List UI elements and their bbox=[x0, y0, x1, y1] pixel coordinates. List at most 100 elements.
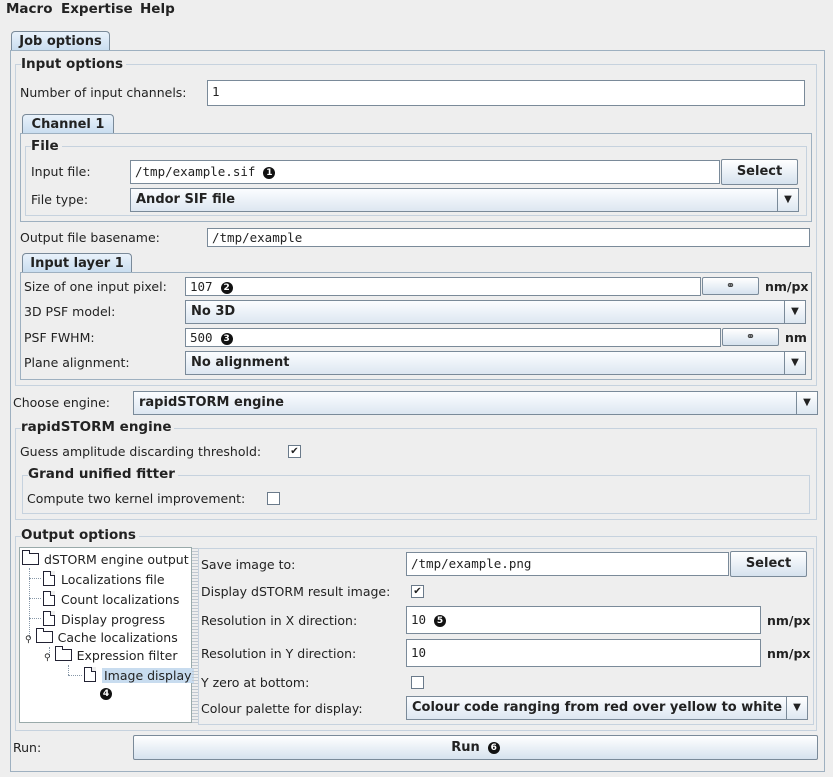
file-group-title: File bbox=[31, 138, 62, 154]
tree-item-cache-localizations[interactable]: ⚲ Cache localizations bbox=[25, 628, 178, 645]
pixel-size-label: Size of one input pixel: bbox=[24, 279, 167, 294]
tab-input-layer-1[interactable]: Input layer 1 bbox=[22, 253, 132, 273]
menu-expertise[interactable]: Expertise bbox=[61, 1, 133, 17]
save-image-label: Save image to: bbox=[201, 557, 296, 572]
menu-bar: Macro Expertise Help bbox=[0, 0, 833, 21]
run-button[interactable]: Run 6 bbox=[133, 735, 818, 760]
chevron-down-icon[interactable]: ▼ bbox=[777, 189, 798, 211]
res-y-label: Resolution in Y direction: bbox=[201, 646, 357, 661]
tree-expand-icon[interactable]: ⚲ bbox=[44, 653, 51, 663]
fitter-group-title: Grand unified fitter bbox=[28, 466, 178, 482]
tree-item-display-progress[interactable]: Display progress bbox=[43, 611, 165, 627]
psf-fwhm-field[interactable]: 500 3 bbox=[185, 328, 721, 347]
tree-item-label: Cache localizations bbox=[57, 630, 178, 645]
y-zero-label: Y zero at bottom: bbox=[201, 675, 310, 690]
chain-link-icon: ⚭ bbox=[745, 330, 756, 343]
engine-group-title: rapidSTORM engine bbox=[21, 419, 175, 435]
psf-model-combo[interactable]: No 3D ▼ bbox=[185, 300, 806, 324]
tab-job-options[interactable]: Job options bbox=[11, 31, 110, 51]
res-x-field[interactable]: 10 5 bbox=[406, 606, 761, 634]
tab-channel-1[interactable]: Channel 1 bbox=[22, 114, 114, 134]
alignment-combo[interactable]: No alignment ▼ bbox=[185, 351, 806, 375]
display-result-label: Display dSTORM result image: bbox=[201, 584, 391, 599]
tree-item-image-display[interactable]: Image display bbox=[84, 667, 194, 683]
tree-item-label: Count localizations bbox=[61, 592, 180, 607]
fwhm-unit: nm bbox=[785, 330, 807, 345]
output-basename-label: Output file basename: bbox=[20, 230, 160, 245]
document-icon bbox=[43, 591, 55, 606]
run-button-label: Run bbox=[451, 740, 480, 755]
y-zero-checkbox[interactable] bbox=[411, 676, 424, 689]
tree-expand-icon[interactable]: ⚲ bbox=[25, 635, 32, 645]
chevron-down-icon[interactable]: ▼ bbox=[796, 392, 817, 414]
tree-item-label: Localizations file bbox=[61, 572, 165, 587]
tree-line bbox=[68, 675, 82, 676]
chevron-down-icon[interactable]: ▼ bbox=[784, 352, 805, 374]
res-y-unit: nm/px bbox=[767, 646, 811, 661]
select-input-file-button[interactable]: Select bbox=[721, 159, 798, 185]
callout-badge-4: 4 bbox=[100, 688, 112, 700]
tree-item-label: Display progress bbox=[61, 612, 166, 627]
psf-fwhm-label: PSF FWHM: bbox=[24, 330, 95, 345]
channels-input[interactable]: 1 bbox=[207, 80, 805, 106]
pixel-size-unit: nm/px bbox=[765, 279, 809, 294]
tree-item-count-localizations[interactable]: Count localizations bbox=[43, 591, 179, 607]
tree-line bbox=[29, 618, 41, 619]
select-output-file-button[interactable]: Select bbox=[730, 551, 807, 577]
tree-line bbox=[68, 665, 69, 675]
file-type-value: Andor SIF file bbox=[136, 192, 236, 207]
palette-value: Colour code ranging from red over yellow… bbox=[412, 700, 783, 715]
folder-open-icon bbox=[54, 646, 72, 661]
callout-badge-3: 3 bbox=[220, 332, 233, 345]
pixel-size-value: 107 bbox=[190, 279, 213, 294]
file-type-combo[interactable]: Andor SIF file ▼ bbox=[130, 188, 799, 212]
psf-fwhm-value: 500 bbox=[190, 330, 213, 345]
chain-link-icon: ⚭ bbox=[725, 279, 736, 292]
pixel-size-field[interactable]: 107 2 bbox=[185, 277, 701, 296]
save-image-input[interactable]: /tmp/example.png bbox=[406, 552, 729, 576]
folder-open-icon bbox=[35, 628, 53, 643]
tree-item-localizations-file[interactable]: Localizations file bbox=[43, 571, 165, 587]
tree-item-label: Expression filter bbox=[76, 648, 178, 663]
guess-threshold-label: Guess amplitude discarding threshold: bbox=[20, 444, 262, 459]
output-basename-input[interactable]: /tmp/example bbox=[207, 228, 810, 247]
kernel-improvement-checkbox[interactable] bbox=[267, 492, 280, 505]
link-fwhm-button[interactable]: ⚭ bbox=[722, 328, 779, 346]
link-pixel-size-button[interactable]: ⚭ bbox=[702, 277, 759, 295]
choose-engine-label: Choose engine: bbox=[13, 395, 110, 410]
menu-macro[interactable]: Macro bbox=[6, 1, 52, 17]
res-x-value: 10 bbox=[411, 612, 427, 627]
chevron-down-icon[interactable]: ▼ bbox=[786, 697, 807, 719]
input-file-value: /tmp/example.sif bbox=[135, 164, 256, 179]
tree-line bbox=[29, 578, 41, 579]
run-label: Run: bbox=[13, 740, 42, 755]
guess-threshold-checkbox[interactable]: ✔ bbox=[288, 445, 301, 458]
callout-badge-2: 2 bbox=[220, 281, 233, 294]
display-result-checkbox[interactable]: ✔ bbox=[411, 585, 424, 598]
tree-item-root[interactable]: dSTORM engine output bbox=[22, 550, 189, 567]
callout-badge-5: 5 bbox=[434, 614, 447, 627]
chevron-down-icon[interactable]: ▼ bbox=[784, 301, 805, 323]
input-file-field[interactable]: /tmp/example.sif 1 bbox=[130, 160, 720, 184]
document-icon bbox=[43, 571, 55, 586]
res-y-input[interactable]: 10 bbox=[406, 639, 761, 667]
psf-model-value: No 3D bbox=[191, 304, 236, 319]
input-options-title: Input options bbox=[21, 56, 127, 72]
kernel-improvement-label: Compute two kernel improvement: bbox=[27, 491, 246, 506]
res-x-unit: nm/px bbox=[767, 613, 811, 628]
engine-combo[interactable]: rapidSTORM engine ▼ bbox=[133, 391, 818, 415]
palette-combo[interactable]: Colour code ranging from red over yellow… bbox=[406, 696, 808, 720]
menu-help[interactable]: Help bbox=[140, 1, 175, 17]
tree-item-label: dSTORM engine output bbox=[44, 552, 189, 567]
palette-label: Colour palette for display: bbox=[201, 701, 363, 716]
folder-open-icon bbox=[22, 550, 39, 565]
engine-value: rapidSTORM engine bbox=[139, 395, 284, 410]
tree-item-expression-filter[interactable]: ⚲ Expression filter bbox=[44, 646, 178, 663]
output-options-title: Output options bbox=[21, 527, 139, 543]
alignment-value: No alignment bbox=[191, 355, 290, 370]
tree-line bbox=[29, 598, 41, 599]
channels-label: Number of input channels: bbox=[20, 85, 187, 100]
tree-item-label: Image display bbox=[102, 668, 194, 683]
input-file-label: Input file: bbox=[31, 164, 91, 179]
psf-model-label: 3D PSF model: bbox=[24, 304, 116, 319]
